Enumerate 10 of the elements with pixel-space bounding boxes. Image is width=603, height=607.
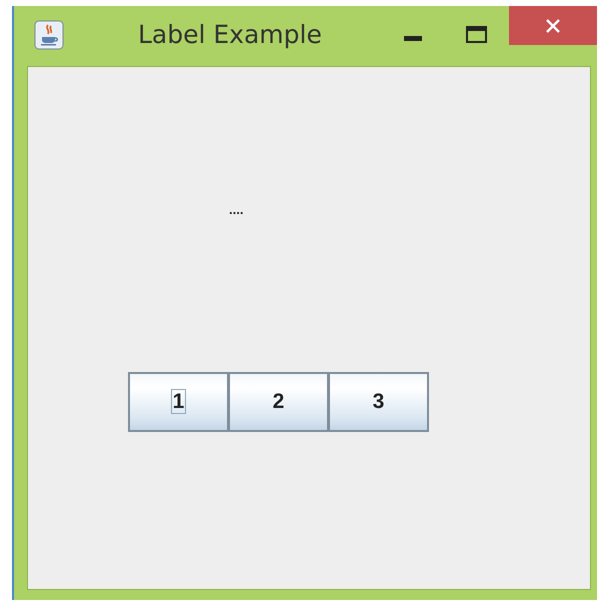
number-button[interactable]: 3 [328, 372, 429, 432]
close-button[interactable] [509, 6, 597, 45]
maximize-icon[interactable] [466, 26, 487, 43]
close-icon [545, 18, 561, 34]
number-button[interactable]: 1 [128, 372, 229, 432]
label-text: .... [229, 203, 244, 217]
number-button[interactable]: 2 [228, 372, 329, 432]
minimize-icon[interactable] [404, 36, 422, 42]
coffee-cup-icon [34, 20, 64, 50]
window-title: Label Example [138, 20, 322, 49]
